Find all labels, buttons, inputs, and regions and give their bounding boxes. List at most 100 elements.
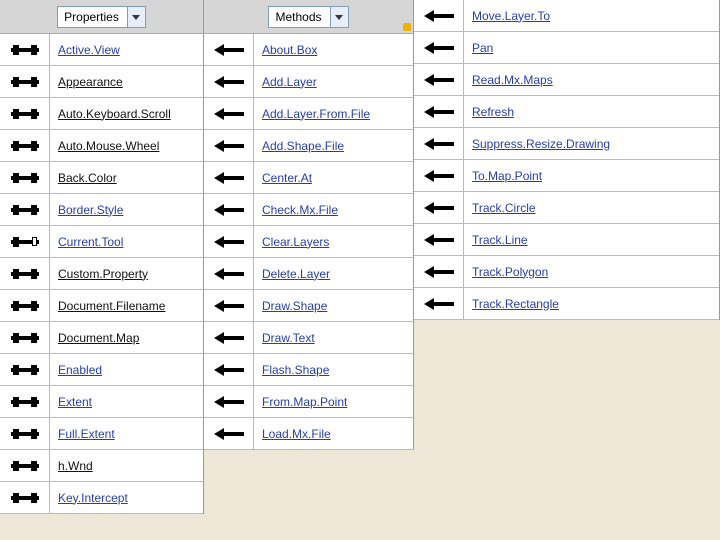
member-link[interactable]: Document.Filename (58, 299, 165, 313)
member-link[interactable]: From.Map.Point (262, 395, 347, 409)
chevron-down-icon[interactable] (330, 7, 348, 27)
icon-cell (204, 162, 254, 193)
member-link[interactable]: Custom.Property (58, 267, 148, 281)
member-row: Back.Color (0, 162, 203, 194)
member-link[interactable]: Add.Layer (262, 75, 317, 89)
icon-cell (0, 258, 50, 289)
method-arrow-icon (214, 76, 244, 88)
member-link[interactable]: Key.Intercept (58, 491, 128, 505)
method-arrow-icon (424, 202, 454, 214)
member-link[interactable]: Center.At (262, 171, 312, 185)
dropdown-label: Methods (275, 10, 329, 24)
icon-cell (414, 224, 464, 255)
member-link[interactable]: Check.Mx.File (262, 203, 338, 217)
member-row: Flash.Shape (204, 354, 413, 386)
member-link[interactable]: h.Wnd (58, 459, 93, 473)
member-row: Active.View (0, 34, 203, 66)
label-cell: Add.Layer (254, 66, 413, 97)
label-cell: Refresh (464, 96, 719, 127)
member-link[interactable]: Auto.Mouse.Wheel (58, 139, 159, 153)
member-link[interactable]: Active.View (58, 43, 120, 57)
member-row: Document.Filename (0, 290, 203, 322)
label-cell: Appearance (50, 66, 203, 97)
member-link[interactable]: To.Map.Point (472, 169, 542, 183)
member-link[interactable]: Track.Circle (472, 201, 536, 215)
member-link[interactable]: Suppress.Resize.Drawing (472, 137, 610, 151)
member-link[interactable]: Full.Extent (58, 427, 115, 441)
property-icon (11, 461, 39, 471)
method-arrow-icon (214, 300, 244, 312)
member-link[interactable]: Delete.Layer (262, 267, 330, 281)
member-row: Enabled (0, 354, 203, 386)
label-cell: Track.Circle (464, 192, 719, 223)
member-row: Full.Extent (0, 418, 203, 450)
icon-cell (0, 98, 50, 129)
label-cell: Add.Shape.File (254, 130, 413, 161)
property-icon (11, 365, 39, 375)
label-cell: Custom.Property (50, 258, 203, 289)
label-cell: Back.Color (50, 162, 203, 193)
member-link[interactable]: Appearance (58, 75, 123, 89)
label-cell: Center.At (254, 162, 413, 193)
member-row: Center.At (204, 162, 413, 194)
member-link[interactable]: Track.Polygon (472, 265, 548, 279)
member-link[interactable]: Flash.Shape (262, 363, 329, 377)
icon-cell (204, 354, 254, 385)
method-arrow-icon (214, 268, 244, 280)
label-cell: Current.Tool (50, 226, 203, 257)
member-link[interactable]: Enabled (58, 363, 102, 377)
icon-cell (204, 418, 254, 449)
icon-cell (204, 290, 254, 321)
method-arrow-icon (424, 106, 454, 118)
member-link[interactable]: Add.Shape.File (262, 139, 344, 153)
member-link[interactable]: Clear.Layers (262, 235, 329, 249)
label-cell: Pan (464, 32, 719, 63)
member-link[interactable]: Document.Map (58, 331, 139, 345)
member-link[interactable]: Pan (472, 41, 493, 55)
label-cell: Load.Mx.File (254, 418, 413, 449)
method-arrow-icon (214, 204, 244, 216)
member-link[interactable]: Border.Style (58, 203, 123, 217)
method-arrow-icon (214, 396, 244, 408)
icon-cell (204, 322, 254, 353)
method-arrow-icon (214, 108, 244, 120)
member-link[interactable]: Load.Mx.File (262, 427, 331, 441)
method-arrow-icon (424, 42, 454, 54)
dropdown-label: Properties (64, 10, 127, 24)
property-icon (11, 173, 39, 183)
member-link[interactable]: Add.Layer.From.File (262, 107, 370, 121)
member-columns: Properties Active.View Appearance Auto.Keyb… (0, 0, 720, 514)
property-icon (11, 397, 39, 407)
member-link[interactable]: Draw.Text (262, 331, 315, 345)
method-arrow-icon (424, 170, 454, 182)
member-row: Document.Map (0, 322, 203, 354)
member-link[interactable]: Current.Tool (58, 235, 123, 249)
property-icon (11, 269, 39, 279)
label-cell: Track.Polygon (464, 256, 719, 287)
member-link[interactable]: Draw.Shape (262, 299, 327, 313)
icon-cell (0, 34, 50, 65)
member-row: Delete.Layer (204, 258, 413, 290)
category-dropdown[interactable]: Properties (57, 6, 146, 28)
icon-cell (204, 386, 254, 417)
member-row: Add.Layer.From.File (204, 98, 413, 130)
category-dropdown[interactable]: Methods (268, 6, 348, 28)
member-link[interactable]: Refresh (472, 105, 514, 119)
icon-cell (0, 482, 50, 513)
member-link[interactable]: Extent (58, 395, 92, 409)
icon-cell (0, 290, 50, 321)
member-link[interactable]: Auto.Keyboard.Scroll (58, 107, 171, 121)
member-link[interactable]: Move.Layer.To (472, 9, 550, 23)
label-cell: Suppress.Resize.Drawing (464, 128, 719, 159)
member-link[interactable]: About.Box (262, 43, 317, 57)
label-cell: Active.View (50, 34, 203, 65)
chevron-down-icon[interactable] (127, 7, 145, 27)
label-cell: Draw.Text (254, 322, 413, 353)
label-cell: Delete.Layer (254, 258, 413, 289)
member-link[interactable]: Track.Rectangle (472, 297, 559, 311)
member-link[interactable]: Back.Color (58, 171, 117, 185)
icon-cell (204, 258, 254, 289)
member-row: Border.Style (0, 194, 203, 226)
member-link[interactable]: Read.Mx.Maps (472, 73, 553, 87)
member-link[interactable]: Track.Line (472, 233, 528, 247)
